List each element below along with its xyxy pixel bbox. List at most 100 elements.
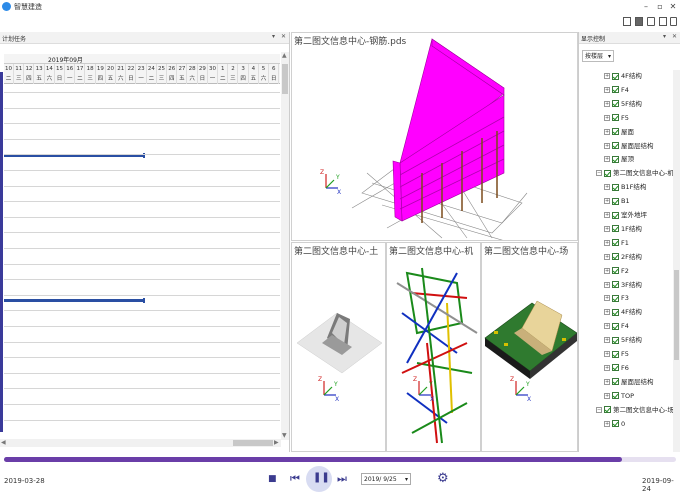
settings-gear-icon[interactable]: ⚙	[437, 471, 449, 486]
layer-checkbox[interactable]	[604, 169, 611, 177]
layer-checkbox[interactable]	[604, 406, 611, 414]
layer-tree-item[interactable]: +5F结构	[604, 98, 642, 111]
expand-toggle-icon[interactable]: +	[604, 364, 610, 371]
close-button[interactable]: ✕	[667, 1, 679, 12]
layer-checkbox[interactable]	[612, 267, 619, 275]
panel-close-icon[interactable]: ✕	[672, 33, 677, 40]
expand-toggle-icon[interactable]: +	[604, 337, 610, 344]
layer-tree-item[interactable]: + F2	[604, 265, 629, 278]
layer-tree-item[interactable]: + B1F结构	[604, 181, 646, 194]
layer-tree-item[interactable]: +0	[604, 418, 625, 431]
layer-tree-item[interactable]: +4F结构	[604, 306, 642, 319]
layer-tree-item[interactable]: + 屋面层结构	[604, 140, 654, 153]
timeline-track[interactable]	[4, 457, 676, 462]
pin-icon[interactable]: ▾	[272, 33, 275, 40]
layer-checkbox[interactable]	[612, 420, 619, 427]
layer-checkbox[interactable]	[612, 142, 619, 149]
layer-checkbox[interactable]	[612, 86, 619, 94]
layer-checkbox[interactable]	[612, 239, 619, 247]
layer-tree-item[interactable]: + TOP	[604, 390, 634, 403]
layer-tree-item[interactable]: + F6	[604, 362, 629, 375]
maximize-button[interactable]: ▫	[654, 1, 666, 12]
pause-button[interactable]: ❚❚	[313, 472, 330, 483]
layer-tree-item[interactable]: +1F结构	[604, 223, 642, 236]
layout-quad-icon[interactable]	[647, 17, 655, 26]
layer-tree-item[interactable]: + F4	[604, 84, 629, 97]
minimize-button[interactable]: –	[640, 1, 652, 12]
scroll-thumb[interactable]	[233, 440, 273, 446]
layer-tree-item[interactable]: + F1	[604, 237, 629, 250]
scroll-thumb[interactable]	[674, 270, 679, 360]
expand-toggle-icon[interactable]: +	[604, 156, 610, 163]
expand-toggle-icon[interactable]: +	[604, 281, 610, 288]
layer-checkbox[interactable]	[612, 114, 619, 122]
layer-checkbox[interactable]	[612, 322, 619, 330]
task-bar[interactable]	[4, 298, 145, 303]
stop-button[interactable]: ■	[268, 474, 277, 484]
layer-mode-select[interactable]: 按楼层 ▾	[582, 50, 614, 62]
layout-split-icon[interactable]	[635, 17, 643, 26]
viewport-site[interactable]: 第二图文信息中心-场 Z Y X	[481, 242, 578, 452]
layer-tree-item[interactable]: + F5	[604, 348, 629, 361]
expand-toggle-icon[interactable]: +	[604, 253, 610, 260]
layer-tree-item[interactable]: + B1	[604, 195, 630, 208]
layer-checkbox[interactable]	[612, 155, 619, 163]
calendar-icon[interactable]: ▾	[405, 474, 408, 485]
viewport-steel[interactable]: 第二图文信息中心-钢筋.pds Z Y X	[291, 32, 578, 241]
layer-checkbox[interactable]	[612, 225, 619, 233]
expand-toggle-icon[interactable]: +	[604, 225, 610, 232]
layer-tree-item[interactable]: +4F结构	[604, 70, 642, 83]
expand-toggle-icon[interactable]: +	[604, 100, 610, 107]
expand-toggle-icon[interactable]: +	[604, 323, 610, 330]
expand-toggle-icon[interactable]: +	[604, 128, 610, 135]
expand-toggle-icon[interactable]: +	[604, 142, 610, 149]
scroll-right-icon[interactable]: ▶	[274, 439, 279, 446]
expand-toggle-icon[interactable]: +	[604, 378, 610, 385]
layer-checkbox[interactable]	[612, 128, 619, 136]
layer-checkbox[interactable]	[612, 364, 619, 372]
expand-toggle-icon[interactable]: −	[596, 406, 602, 413]
expand-toggle-icon[interactable]: +	[604, 86, 610, 93]
layer-checkbox[interactable]	[612, 350, 619, 358]
layout-grid-icon[interactable]	[659, 17, 667, 26]
previous-button[interactable]: ⏮	[290, 472, 300, 486]
gantt-vertical-scrollbar[interactable]: ▲ ▼	[281, 52, 289, 440]
layer-tree-item[interactable]: +2F结构	[604, 251, 642, 264]
layer-tree-item[interactable]: + F3	[604, 292, 629, 305]
expand-toggle-icon[interactable]: +	[604, 392, 610, 399]
layer-tree-item[interactable]: + F5	[604, 112, 629, 125]
layer-checkbox[interactable]	[612, 392, 619, 400]
expand-toggle-icon[interactable]: +	[604, 295, 610, 302]
expand-toggle-icon[interactable]: +	[604, 73, 610, 79]
layer-tree-item[interactable]: +3F结构	[604, 279, 642, 292]
expand-toggle-icon[interactable]: −	[596, 170, 602, 177]
layer-checkbox[interactable]	[612, 308, 619, 316]
gantt-horizontal-scrollbar[interactable]: ◀ ▶	[0, 439, 281, 447]
scroll-left-icon[interactable]: ◀	[1, 439, 6, 446]
layer-tree-item[interactable]: − 第二图文信息中心-场布	[596, 404, 674, 417]
next-button[interactable]: ⏭	[337, 472, 347, 486]
layers-icon[interactable]	[670, 17, 677, 26]
expand-toggle-icon[interactable]: +	[604, 267, 610, 274]
expand-toggle-icon[interactable]: +	[604, 114, 610, 121]
layer-checkbox[interactable]	[612, 294, 619, 302]
viewport-civil[interactable]: 第二图文信息中心-土 Z Y X	[291, 242, 386, 452]
pin-icon[interactable]: ▾	[663, 33, 666, 40]
viewport-mep[interactable]: 第二图文信息中心-机 Z Y X	[386, 242, 481, 452]
expand-toggle-icon[interactable]: +	[604, 239, 610, 246]
layer-tree-scrollbar[interactable]	[673, 70, 680, 452]
layer-checkbox[interactable]	[612, 183, 619, 191]
expand-toggle-icon[interactable]: +	[604, 309, 610, 316]
panel-close-icon[interactable]: ✕	[281, 33, 286, 40]
layer-checkbox[interactable]	[612, 197, 619, 205]
layer-tree-item[interactable]: − 第二图文信息中心-机电	[596, 167, 674, 180]
layer-checkbox[interactable]	[612, 211, 619, 219]
expand-toggle-icon[interactable]: +	[604, 351, 610, 357]
layer-checkbox[interactable]	[612, 281, 619, 288]
layer-tree-item[interactable]: +5F结构	[604, 334, 642, 347]
scroll-thumb[interactable]	[282, 64, 288, 94]
layer-checkbox[interactable]	[612, 100, 619, 108]
layer-tree-item[interactable]: + 屋顶	[604, 153, 634, 166]
layer-tree-item[interactable]: + 屋面层结构	[604, 376, 654, 389]
expand-toggle-icon[interactable]: +	[604, 184, 610, 191]
